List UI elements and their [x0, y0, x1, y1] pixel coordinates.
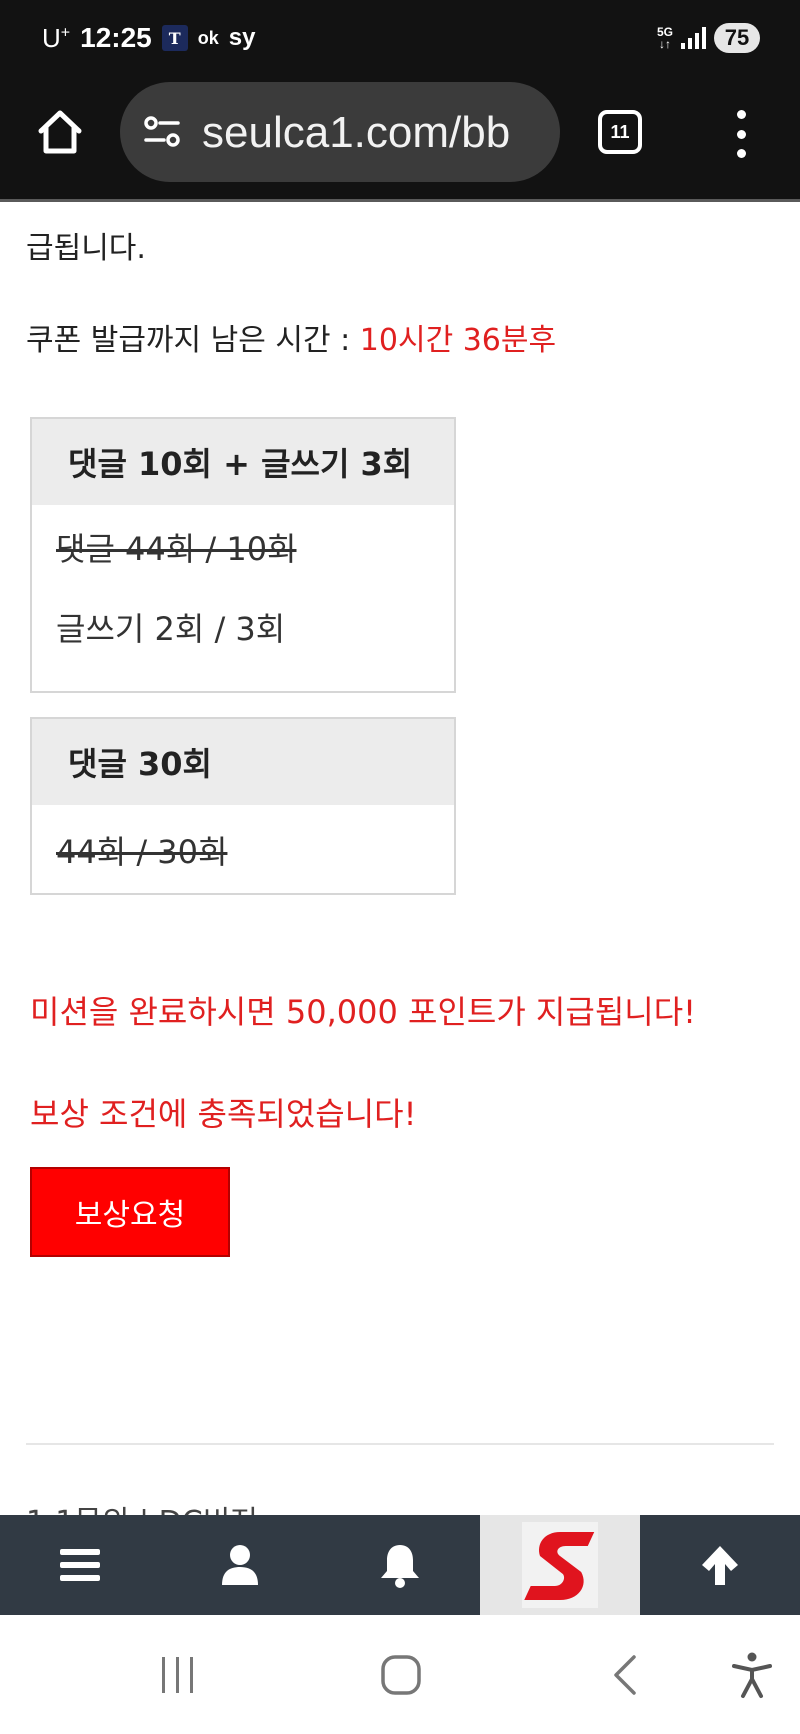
sy-app-icon: sy [228, 24, 256, 51]
reward-condition-met-notice: 보상 조건에 충족되었습니다! [30, 1095, 417, 1133]
clock: 12:25 [80, 22, 152, 53]
ok-app-icon: ok [197, 27, 219, 48]
footer-links-partial[interactable]: 1:1문의 | DC비저 [26, 1497, 258, 1515]
reward-points-notice: 미션을 완료하시면 50,000 포인트가 지급됩니다! [30, 993, 696, 1031]
mission-progress-comment: 44회 / 30회 [56, 833, 228, 871]
site-settings-icon[interactable] [142, 112, 182, 152]
page-content: 급됩니다. 쿠폰 발급까지 남은 시간 : 10시간 36분후 댓글 10회 +… [0, 205, 800, 1515]
url-text: seulca1.com/bb [202, 108, 511, 157]
browser-toolbar: seulca1.com/bb 11 [0, 76, 800, 202]
site-bottom-nav [0, 1515, 800, 1615]
carrier-label: U+ [42, 22, 71, 53]
mission-progress-comment: 댓글 44회 / 10회 [56, 530, 297, 568]
tab-switcher-button[interactable]: 11 [598, 110, 642, 154]
home-icon [38, 110, 82, 154]
nav-notification-button[interactable] [320, 1515, 480, 1615]
dot [736, 110, 746, 119]
url-bar[interactable]: seulca1.com/bb [120, 82, 560, 182]
home-circle-icon [381, 1655, 421, 1695]
dot [736, 129, 746, 139]
site-logo-button[interactable] [480, 1515, 640, 1615]
dot [736, 149, 746, 158]
system-nav-bar [0, 1615, 800, 1734]
mission-box-comment-post: 댓글 10회 + 글쓰기 3회 댓글 44회 / 10회 글쓰기 2회 / 3회 [30, 417, 456, 693]
status-bar: U+ 12:25 T ok sy 5G ↓↑ 75 [0, 0, 800, 76]
mission-progress-post: 글쓰기 2회 / 3회 [56, 610, 286, 648]
mission-box-comment: 댓글 30회 44회 / 30회 [30, 717, 456, 895]
accessibility-icon [732, 1652, 772, 1698]
t-app-icon: T [161, 25, 188, 51]
menu-icon [60, 1549, 100, 1581]
status-right: 5G ↓↑ 75 [657, 20, 760, 56]
mission-title: 댓글 30회 [32, 719, 454, 805]
coupon-remaining-time: 쿠폰 발급까지 남은 시간 : 10시간 36분후 [26, 315, 556, 359]
user-icon [222, 1545, 258, 1585]
home-button[interactable] [30, 102, 90, 162]
network-5g-icon: 5G ↓↑ [656, 25, 673, 51]
more-menu-button[interactable] [726, 106, 756, 162]
nav-menu-button[interactable] [0, 1515, 160, 1615]
back-nav-button[interactable] [596, 1645, 656, 1705]
cut-off-text: 급됩니다. [26, 231, 146, 266]
site-logo [522, 1522, 598, 1608]
accessibility-button[interactable] [722, 1645, 782, 1705]
recent-apps-icon [162, 1657, 193, 1693]
recent-apps-button[interactable] [148, 1645, 208, 1705]
bell-icon [381, 1545, 419, 1588]
reward-request-button[interactable]: 보상요청 [30, 1167, 230, 1257]
home-nav-button[interactable] [371, 1645, 431, 1705]
divider [26, 1443, 774, 1445]
mission-title: 댓글 10회 + 글쓰기 3회 [32, 419, 454, 505]
arrow-up-icon [702, 1546, 738, 1585]
nav-scroll-top-button[interactable] [640, 1515, 800, 1615]
nav-user-button[interactable] [160, 1515, 320, 1615]
back-icon [614, 1655, 636, 1695]
status-left: U+ 12:25 T ok sy [42, 18, 255, 58]
signal-icon [681, 27, 706, 49]
remaining-time-value: 10시간 36분후 [359, 323, 557, 358]
battery-icon: 75 [714, 23, 760, 53]
remaining-time-label: 쿠폰 발급까지 남은 시간 : [26, 323, 360, 358]
